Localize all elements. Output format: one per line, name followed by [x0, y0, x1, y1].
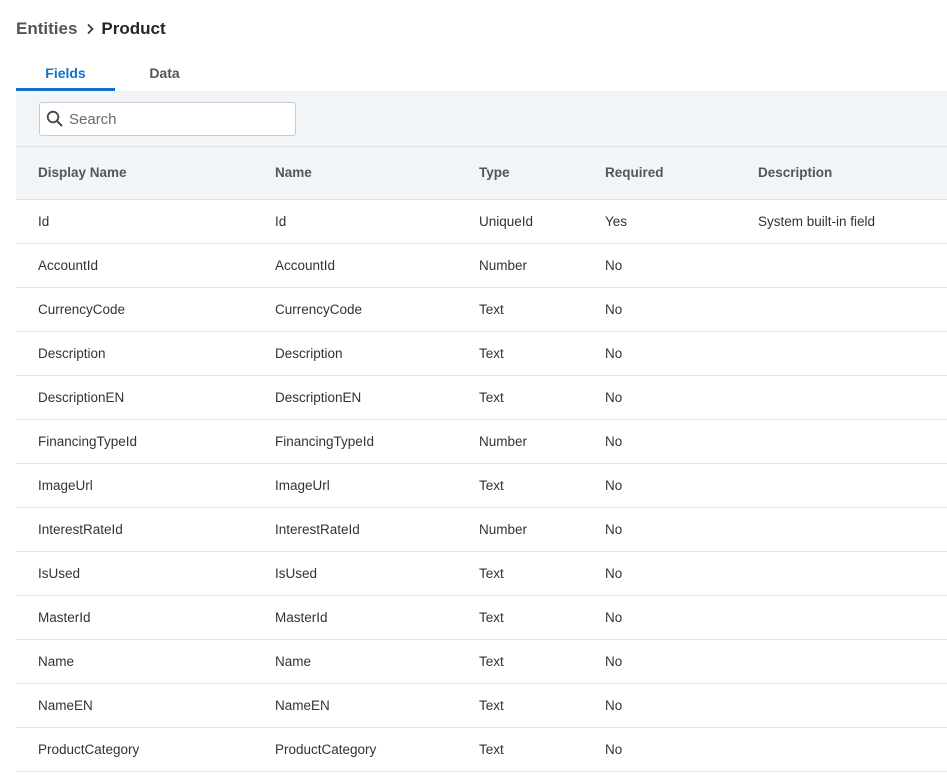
table-row[interactable]: Description Description Text No	[16, 331, 947, 375]
cell-description	[758, 243, 947, 287]
cell-name: Description	[275, 345, 343, 361]
cell-type: Text	[479, 653, 504, 669]
cell-display-name: CurrencyCode	[38, 301, 126, 317]
cell-display-name: InterestRateId	[38, 521, 123, 537]
cell-name: Name	[275, 653, 312, 669]
cell-display-name: ProductCategory	[38, 741, 140, 757]
table-row[interactable]: CurrencyCode CurrencyCode Text No	[16, 287, 947, 331]
cell-required: No	[605, 609, 623, 625]
cell-type: Text	[479, 301, 504, 317]
cell-display-name: Description	[38, 345, 106, 361]
cell-description: System built-in field	[758, 213, 876, 229]
cell-type: Text	[479, 609, 504, 625]
table-row[interactable]: AccountId AccountId Number No	[16, 243, 947, 287]
cell-type: Number	[479, 257, 528, 273]
cell-required: No	[605, 301, 623, 317]
cell-type: Text	[479, 345, 504, 361]
search-icon	[46, 110, 64, 128]
cell-description	[758, 463, 947, 507]
table-row[interactable]: IsUsed IsUsed Text No	[16, 551, 947, 595]
table-row[interactable]: ProductCategory ProductCategory Text No	[16, 727, 947, 771]
breadcrumb: Entities Product	[16, 18, 166, 40]
cell-description	[758, 287, 947, 331]
chevron-right-icon	[86, 23, 95, 35]
cell-name: IsUsed	[275, 565, 318, 581]
cell-type: Number	[479, 521, 528, 537]
cell-name: Id	[275, 213, 287, 229]
cell-description	[758, 683, 947, 727]
cell-name: CurrencyCode	[275, 301, 363, 317]
cell-display-name: IsUsed	[38, 565, 81, 581]
cell-description	[758, 507, 947, 551]
cell-required: No	[605, 433, 623, 449]
cell-display-name: AccountId	[38, 257, 99, 273]
cell-required: No	[605, 697, 623, 713]
breadcrumb-entities-link[interactable]: Entities	[16, 18, 77, 40]
cell-type: Text	[479, 389, 504, 405]
column-header-required[interactable]: Required	[605, 147, 758, 200]
table-row[interactable]: NameEN NameEN Text No	[16, 683, 947, 727]
cell-required: No	[605, 521, 623, 537]
tab-bar: Fields Data	[16, 60, 214, 91]
tab-fields[interactable]: Fields	[16, 60, 115, 91]
search-input[interactable]	[69, 110, 279, 128]
cell-type: Text	[479, 565, 504, 581]
cell-required: No	[605, 257, 623, 273]
table-row[interactable]: ImageUrl ImageUrl Text No	[16, 463, 947, 507]
search-box[interactable]	[39, 102, 296, 136]
table-row[interactable]: DescriptionEN DescriptionEN Text No	[16, 375, 947, 419]
cell-description	[758, 595, 947, 639]
cell-name: InterestRateId	[275, 521, 360, 537]
tab-data[interactable]: Data	[115, 60, 214, 91]
page-title: Product	[101, 19, 166, 38]
cell-required: No	[605, 653, 623, 669]
cell-description	[758, 639, 947, 683]
cell-required: No	[605, 477, 623, 493]
cell-name: FinancingTypeId	[275, 433, 375, 449]
cell-display-name: Id	[38, 213, 50, 229]
cell-display-name: NameEN	[38, 697, 93, 713]
table-row[interactable]: Id Id UniqueId Yes System built-in field	[16, 199, 947, 243]
cell-description	[758, 727, 947, 771]
column-header-type[interactable]: Type	[479, 147, 605, 200]
cell-display-name: Name	[38, 653, 75, 669]
cell-type: Number	[479, 433, 528, 449]
cell-type: UniqueId	[479, 213, 534, 229]
table-row[interactable]: MasterId MasterId Text No	[16, 595, 947, 639]
cell-display-name: ImageUrl	[38, 477, 93, 493]
fields-panel: Display Name Name Type Required Descript…	[16, 91, 947, 781]
cell-description	[758, 419, 947, 463]
cell-required: Yes	[605, 213, 628, 229]
cell-description	[758, 375, 947, 419]
cell-display-name: FinancingTypeId	[38, 433, 138, 449]
cell-required: No	[605, 345, 623, 361]
column-header-display-name[interactable]: Display Name	[16, 147, 275, 200]
cell-name: AccountId	[275, 257, 336, 273]
table-row[interactable]: InterestRateId InterestRateId Number No	[16, 507, 947, 551]
cell-description	[758, 331, 947, 375]
cell-name: ImageUrl	[275, 477, 330, 493]
cell-type: Text	[479, 477, 504, 493]
cell-type: Text	[479, 697, 504, 713]
column-header-description[interactable]: Description	[758, 147, 947, 200]
cell-name: ProductCategory	[275, 741, 377, 757]
cell-required: No	[605, 389, 623, 405]
cell-required: No	[605, 741, 623, 757]
column-header-name[interactable]: Name	[275, 147, 479, 200]
cell-name: DescriptionEN	[275, 389, 362, 405]
cell-required: No	[605, 565, 623, 581]
search-bar	[16, 91, 947, 147]
table-row[interactable]: FinancingTypeId FinancingTypeId Number No	[16, 419, 947, 463]
cell-description	[758, 551, 947, 595]
cell-name: NameEN	[275, 697, 330, 713]
table-header-row: Display Name Name Type Required Descript…	[16, 147, 947, 200]
cell-type: Text	[479, 741, 504, 757]
table-row[interactable]: Name Name Text No	[16, 639, 947, 683]
cell-name: MasterId	[275, 609, 328, 625]
cell-display-name: MasterId	[38, 609, 91, 625]
cell-display-name: DescriptionEN	[38, 389, 125, 405]
fields-table: Display Name Name Type Required Descript…	[16, 147, 947, 772]
